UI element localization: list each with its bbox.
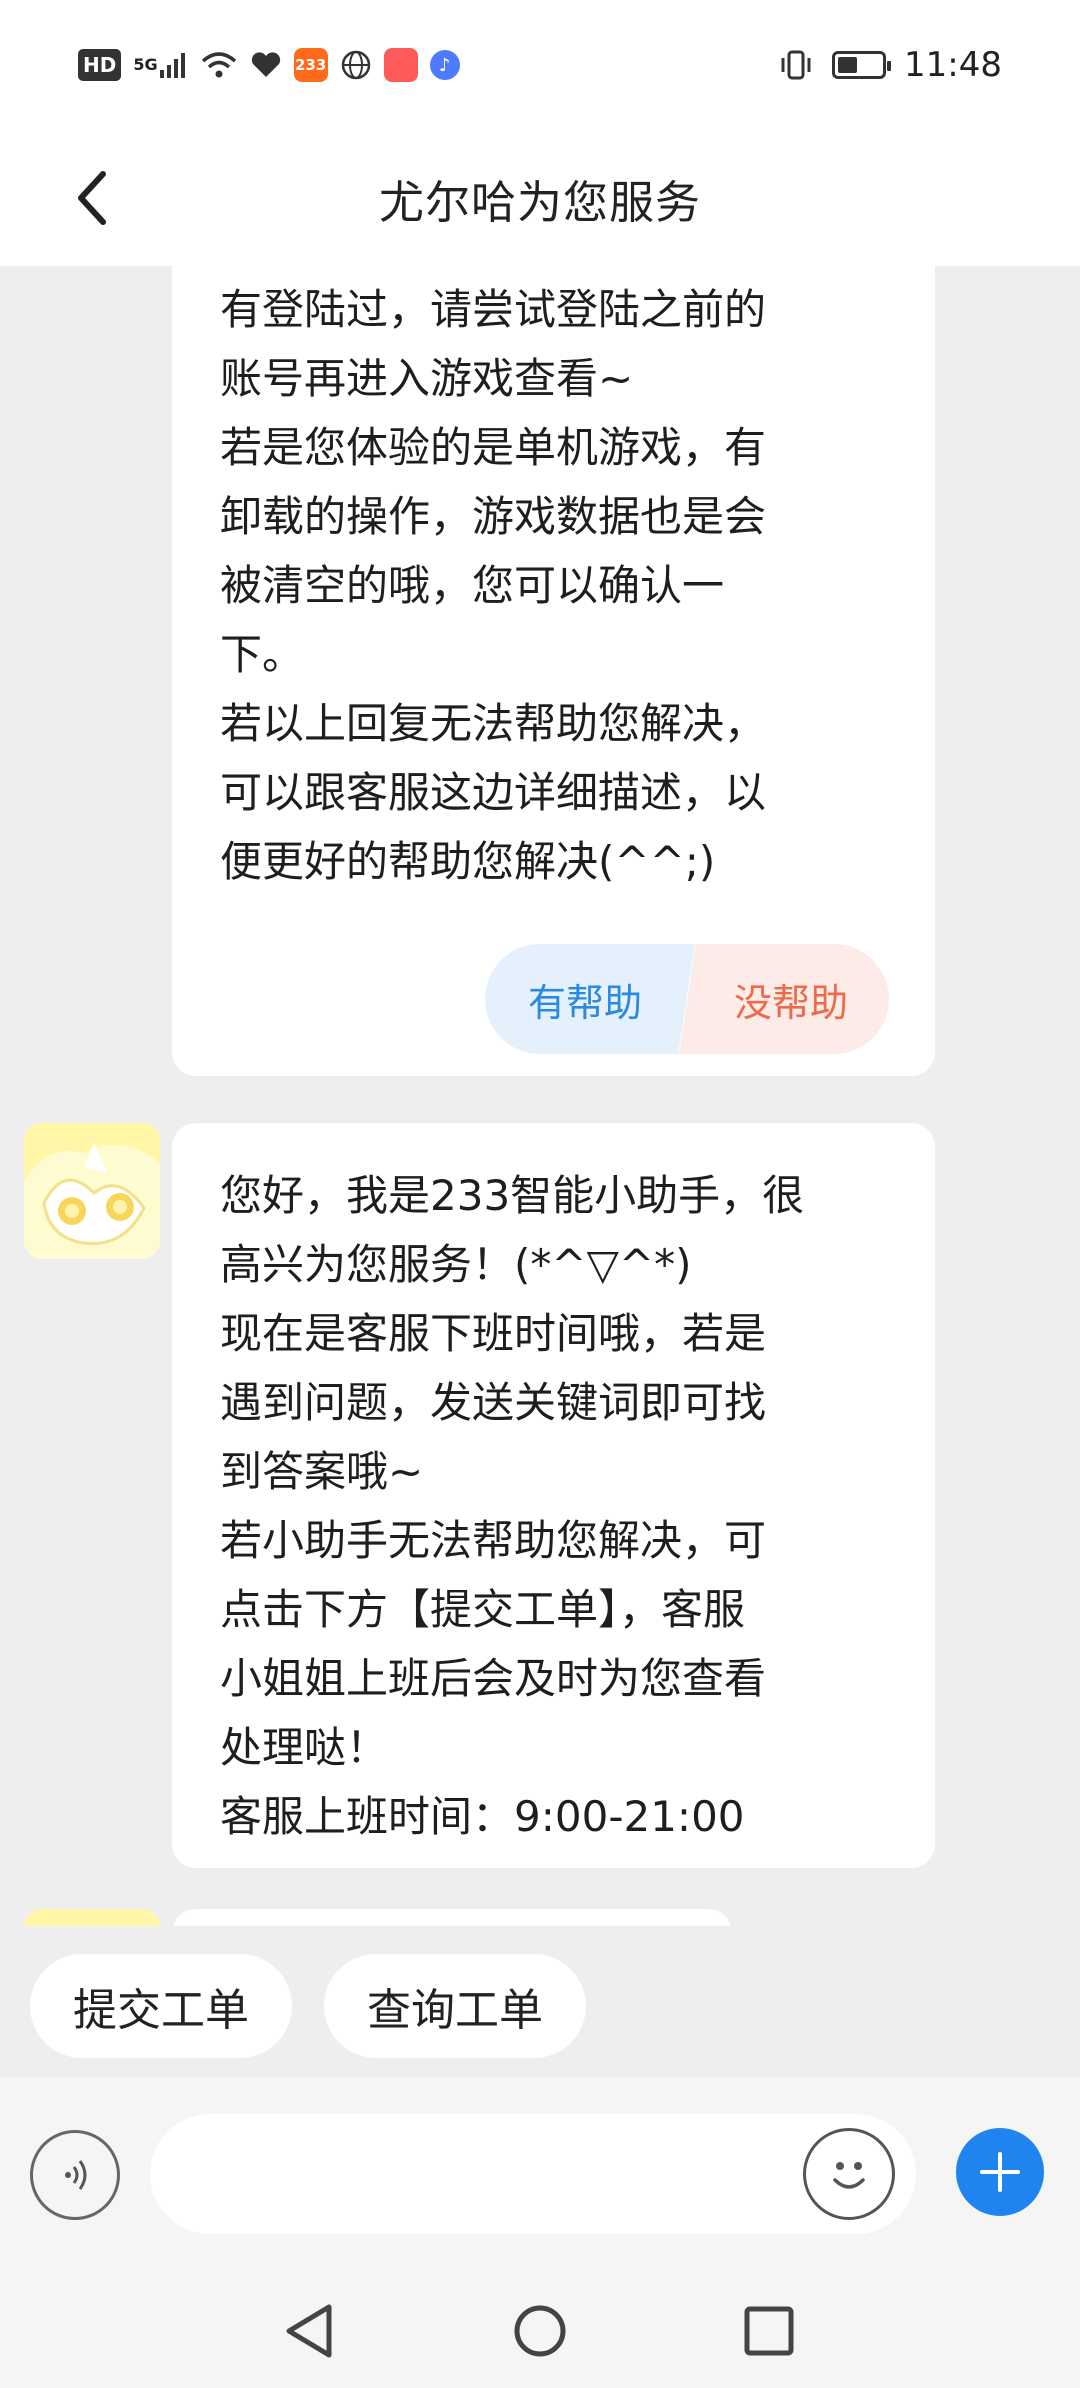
app-red-icon	[383, 48, 418, 82]
system-nav-bar	[0, 2274, 1080, 2388]
bot-avatar-image	[24, 1123, 160, 1259]
message-input[interactable]	[150, 2114, 916, 2234]
clock-time: 11:48	[904, 45, 1002, 85]
message-bubble: 是否是游客账号状态，若之前 有登陆过，请尝试登陆之前的 账号再进入游戏查看~ 若…	[172, 266, 935, 1076]
vibrate-icon	[778, 49, 814, 81]
nav-recent-button[interactable]	[736, 2298, 802, 2364]
emoji-button[interactable]	[803, 2128, 895, 2220]
cellular-signal-icon: 5G	[133, 50, 187, 80]
wifi-icon	[200, 50, 238, 80]
helpful-button[interactable]: 有帮助	[485, 944, 695, 1054]
not-helpful-button[interactable]: 没帮助	[679, 944, 889, 1054]
music-app-icon: ♪	[429, 50, 460, 80]
status-icons-left: HD 5G 233 ♪	[78, 48, 460, 82]
voice-icon	[65, 2160, 87, 2190]
hd-badge: HD	[78, 49, 122, 81]
battery-icon	[832, 51, 892, 79]
status-bar: HD 5G 233 ♪ 11:48	[0, 0, 1080, 130]
nav-back-icon	[286, 2304, 332, 2358]
emoji-icon	[833, 2162, 865, 2189]
submit-ticket-button[interactable]: 提交工单	[30, 1954, 292, 2058]
bot-avatar[interactable]	[24, 1909, 160, 1926]
nav-home-button[interactable]	[507, 2298, 573, 2364]
bot-avatar-image	[24, 1909, 160, 1926]
message-bubble-partial	[172, 1909, 732, 1926]
back-icon	[78, 171, 106, 225]
plus-icon	[980, 2152, 1020, 2192]
back-button[interactable]	[56, 160, 126, 236]
heart-rate-icon	[250, 51, 282, 79]
input-bar	[0, 2078, 1080, 2274]
page-title: 尤尔哈为您服务	[378, 175, 701, 229]
globe-icon	[340, 49, 372, 81]
chat-message-list[interactable]: 是否是游客账号状态，若之前 有登陆过，请尝试登陆之前的 账号再进入游戏查看~ 若…	[0, 266, 1080, 1926]
feedback-buttons: 有帮助 没帮助	[485, 944, 889, 1054]
quick-reply-bar: 提交工单 查询工单	[0, 1926, 1080, 2078]
nav-recent-icon	[744, 2306, 794, 2356]
voice-input-button[interactable]	[30, 2130, 120, 2220]
message-text: 是否是游客账号状态，若之前 有登陆过，请尝试登陆之前的 账号再进入游戏查看~ 若…	[220, 285, 767, 886]
nav-home-icon	[514, 2305, 566, 2357]
more-actions-button[interactable]	[956, 2128, 1044, 2216]
bot-avatar[interactable]	[24, 1123, 160, 1259]
message-text: 您好，我是233智能小助手，很 高兴为您服务！(*^▽^*) 现在是客服下班时间…	[220, 1171, 805, 1841]
query-ticket-button[interactable]: 查询工单	[324, 1954, 586, 2058]
app-233-icon: 233	[293, 48, 328, 82]
status-icons-right: 11:48	[778, 45, 1002, 85]
nav-back-button[interactable]	[276, 2298, 342, 2364]
message-bubble: 您好，我是233智能小助手，很 高兴为您服务！(*^▽^*) 现在是客服下班时间…	[172, 1123, 935, 1868]
chat-header: 尤尔哈为您服务	[0, 130, 1080, 266]
